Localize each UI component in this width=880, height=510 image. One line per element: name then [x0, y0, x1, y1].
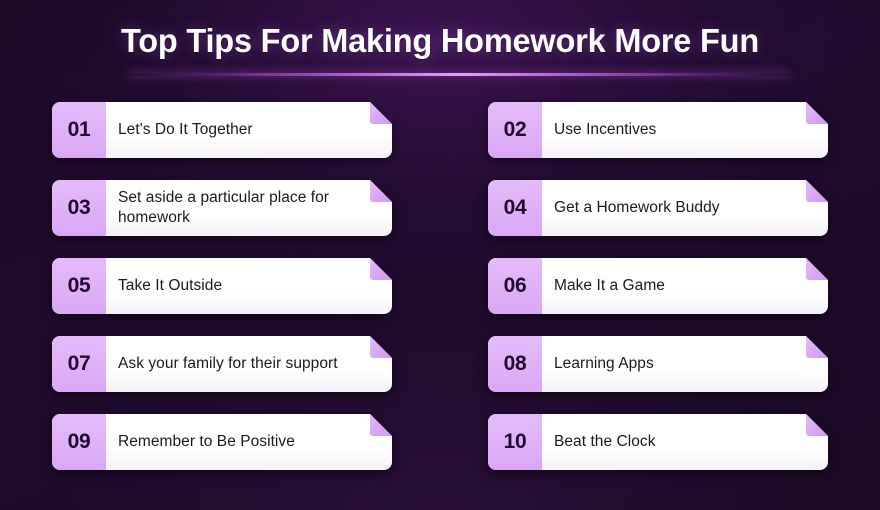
- tip-card-04[interactable]: 04 Get a Homework Buddy: [488, 180, 828, 236]
- header: Top Tips For Making Homework More Fun: [0, 0, 880, 92]
- tip-text: Set aside a particular place for homewor…: [118, 188, 329, 226]
- tip-text: Beat the Clock: [554, 432, 656, 450]
- tip-text: Use Incentives: [554, 120, 657, 138]
- tip-number: 09: [52, 414, 106, 470]
- infographic-page: Top Tips For Making Homework More Fun 01…: [0, 0, 880, 510]
- tip-card-05[interactable]: 05 Take It Outside: [52, 258, 392, 314]
- tip-number: 07: [52, 336, 106, 392]
- tip-text: Remember to Be Positive: [118, 432, 295, 450]
- tip-number: 10: [488, 414, 542, 470]
- tip-card-01[interactable]: 01 Let's Do It Together: [52, 102, 392, 158]
- title-divider: [128, 73, 790, 76]
- tip-text: Learning Apps: [554, 354, 654, 372]
- tip-text: Make It a Game: [554, 276, 665, 294]
- tip-card-07[interactable]: 07 Ask your family for their support: [52, 336, 392, 392]
- tip-text: Take It Outside: [118, 276, 223, 294]
- tip-card-03[interactable]: 03 Set aside a particular place for home…: [52, 180, 392, 236]
- tip-card-02[interactable]: 02 Use Incentives: [488, 102, 828, 158]
- tip-text: Ask your family for their support: [118, 354, 338, 372]
- tip-number: 08: [488, 336, 542, 392]
- tip-card-08[interactable]: 08 Learning Apps: [488, 336, 828, 392]
- tip-number: 06: [488, 258, 542, 314]
- tip-number: 02: [488, 102, 542, 158]
- tip-number: 01: [52, 102, 106, 158]
- tip-card-06[interactable]: 06 Make It a Game: [488, 258, 828, 314]
- page-title: Top Tips For Making Homework More Fun: [120, 22, 760, 59]
- tip-text: Get a Homework Buddy: [554, 198, 720, 216]
- tip-card-09[interactable]: 09 Remember to Be Positive: [52, 414, 392, 470]
- tips-grid: 01 Let's Do It Together 02 Use Incentive…: [52, 102, 828, 470]
- tip-text: Let's Do It Together: [118, 120, 253, 138]
- tip-number: 03: [52, 180, 106, 236]
- tip-card-10[interactable]: 10 Beat the Clock: [488, 414, 828, 470]
- tip-number: 05: [52, 258, 106, 314]
- tip-number: 04: [488, 180, 542, 236]
